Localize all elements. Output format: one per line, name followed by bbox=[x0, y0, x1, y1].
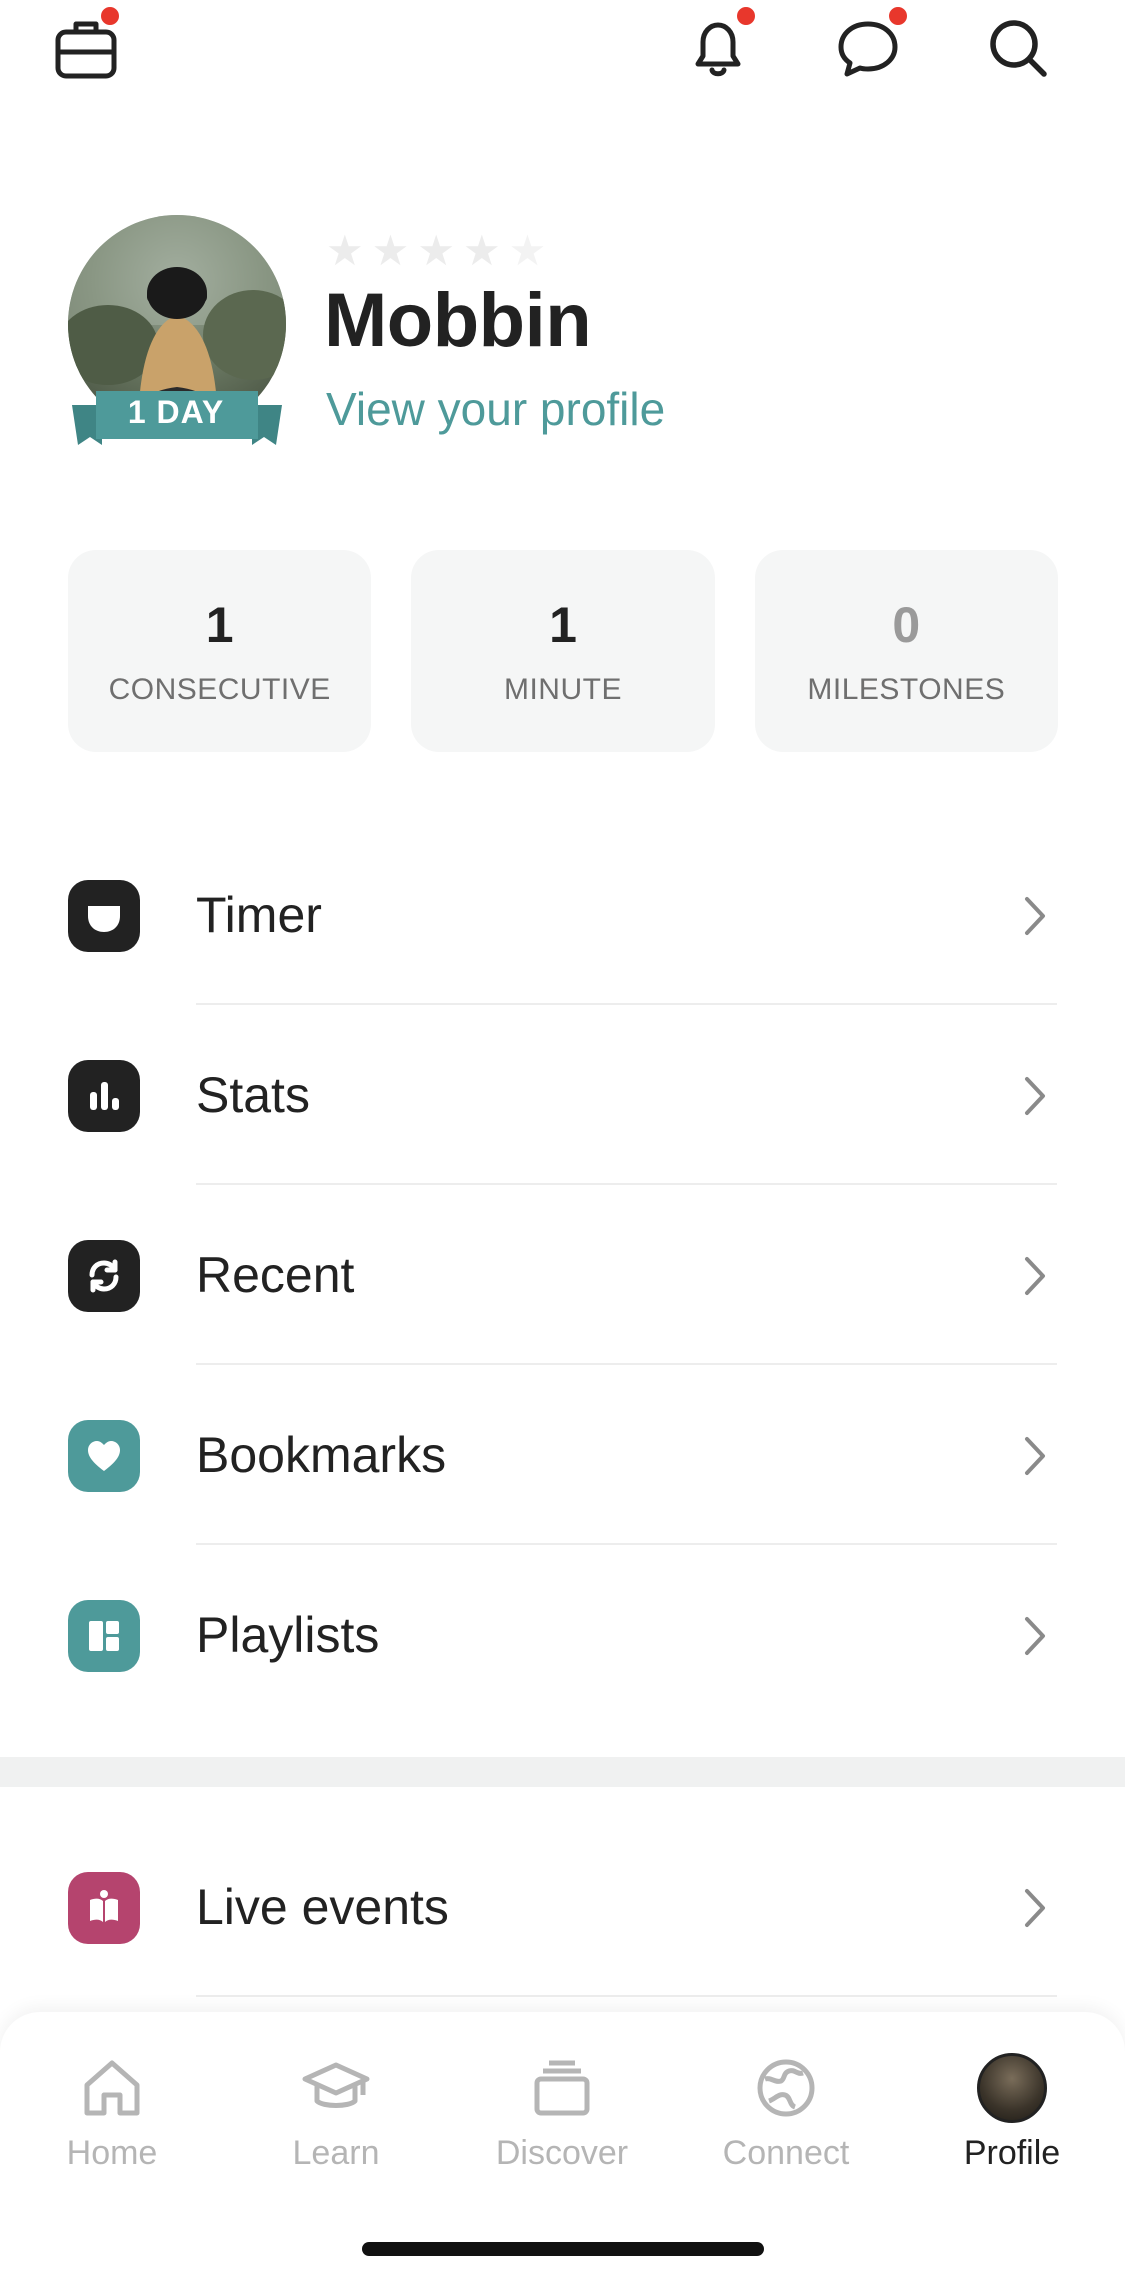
tab-label: Profile bbox=[963, 2134, 1061, 2172]
stat-card-minute[interactable]: 1 MINUTE bbox=[411, 550, 715, 752]
timer-icon bbox=[68, 880, 140, 952]
menu-label: Stats bbox=[196, 1067, 310, 1123]
stat-value: 0 bbox=[892, 597, 921, 653]
star-icon: ★ bbox=[508, 226, 547, 275]
bar-chart-icon bbox=[68, 1060, 140, 1132]
chevron-right-icon bbox=[1025, 1437, 1045, 1475]
stat-card-consecutive[interactable]: 1 CONSECUTIVE bbox=[68, 550, 372, 752]
profile-header: 1 DAY ★ ★ ★ ★ ★ Mobbin View your profile bbox=[68, 215, 1068, 465]
menu-item-stats[interactable]: Stats bbox=[0, 1005, 1125, 1185]
secondary-menu: Live events bbox=[0, 1817, 1125, 1997]
tab-learn[interactable]: Learn bbox=[246, 2052, 426, 2202]
chevron-right-icon bbox=[1025, 1257, 1045, 1295]
menu-item-recent[interactable]: Recent bbox=[0, 1185, 1125, 1365]
star-icon: ★ bbox=[371, 226, 410, 275]
tab-label: Learn bbox=[292, 2134, 380, 2172]
globe-icon bbox=[750, 2052, 822, 2124]
stack-icon bbox=[526, 2052, 598, 2124]
profile-avatar[interactable]: 1 DAY bbox=[68, 215, 286, 455]
tab-label: Discover bbox=[495, 2134, 629, 2172]
menu-item-timer[interactable]: Timer bbox=[0, 825, 1125, 1005]
menu-label: Live events bbox=[196, 1879, 449, 1935]
heart-icon bbox=[68, 1420, 140, 1492]
menu-label: Recent bbox=[196, 1247, 355, 1303]
briefcase-icon[interactable] bbox=[44, 4, 128, 90]
view-profile-link[interactable]: View your profile bbox=[326, 382, 665, 436]
profile-avatar-icon bbox=[976, 2052, 1048, 2124]
graduation-cap-icon bbox=[300, 2052, 372, 2124]
profile-name: Mobbin bbox=[324, 278, 592, 363]
tab-discover[interactable]: Discover bbox=[472, 2052, 652, 2202]
chevron-right-icon bbox=[1025, 897, 1045, 935]
stats-row: 1 CONSECUTIVE 1 MINUTE 0 MILESTONES bbox=[68, 550, 1058, 752]
star-icon: ★ bbox=[462, 226, 501, 275]
chat-notification-dot bbox=[886, 4, 910, 28]
divider bbox=[196, 1995, 1057, 1997]
playlist-grid-icon bbox=[68, 1600, 140, 1672]
bell-icon[interactable] bbox=[676, 4, 760, 90]
stat-card-milestones[interactable]: 0 MILESTONES bbox=[754, 550, 1058, 752]
section-separator bbox=[0, 1757, 1125, 1787]
live-events-icon bbox=[68, 1872, 140, 1944]
home-indicator bbox=[362, 2242, 764, 2256]
home-icon bbox=[76, 2052, 148, 2124]
stat-label: MINUTE bbox=[503, 673, 622, 706]
tab-profile[interactable]: Profile bbox=[922, 2052, 1102, 2202]
bell-notification-dot bbox=[734, 4, 758, 28]
star-icon: ★ bbox=[417, 226, 455, 275]
tab-connect[interactable]: Connect bbox=[696, 2052, 876, 2202]
stat-value: 1 bbox=[549, 597, 577, 653]
menu-label: Playlists bbox=[196, 1607, 380, 1663]
menu-item-playlists[interactable]: Playlists bbox=[0, 1545, 1125, 1725]
stat-label: CONSECUTIVE bbox=[108, 673, 331, 706]
tab-home[interactable]: Home bbox=[22, 2052, 202, 2202]
star-icon: ★ bbox=[326, 226, 364, 275]
star-rating: ★ ★ ★ ★ ★ bbox=[326, 229, 546, 273]
chevron-right-icon bbox=[1025, 1617, 1045, 1655]
search-icon[interactable] bbox=[976, 6, 1060, 90]
chat-bubble-icon[interactable] bbox=[826, 4, 910, 90]
menu-label: Bookmarks bbox=[196, 1427, 447, 1483]
menu-item-live-events[interactable]: Live events bbox=[0, 1817, 1125, 1997]
stat-label: MILESTONES bbox=[807, 673, 1006, 706]
refresh-icon bbox=[68, 1240, 140, 1312]
menu-item-bookmarks[interactable]: Bookmarks bbox=[0, 1365, 1125, 1545]
menu-label: Timer bbox=[196, 887, 322, 943]
tab-label: Home bbox=[66, 2134, 158, 2172]
stat-value: 1 bbox=[205, 597, 234, 653]
tab-label: Connect bbox=[722, 2134, 850, 2172]
chevron-right-icon bbox=[1025, 1889, 1045, 1927]
profile-menu: Timer Stats Recent Bookmarks Playlists bbox=[0, 825, 1125, 1725]
briefcase-notification-dot bbox=[98, 4, 122, 28]
top-bar bbox=[0, 0, 1125, 110]
chevron-right-icon bbox=[1025, 1077, 1045, 1115]
streak-badge: 1 DAY bbox=[127, 394, 225, 430]
